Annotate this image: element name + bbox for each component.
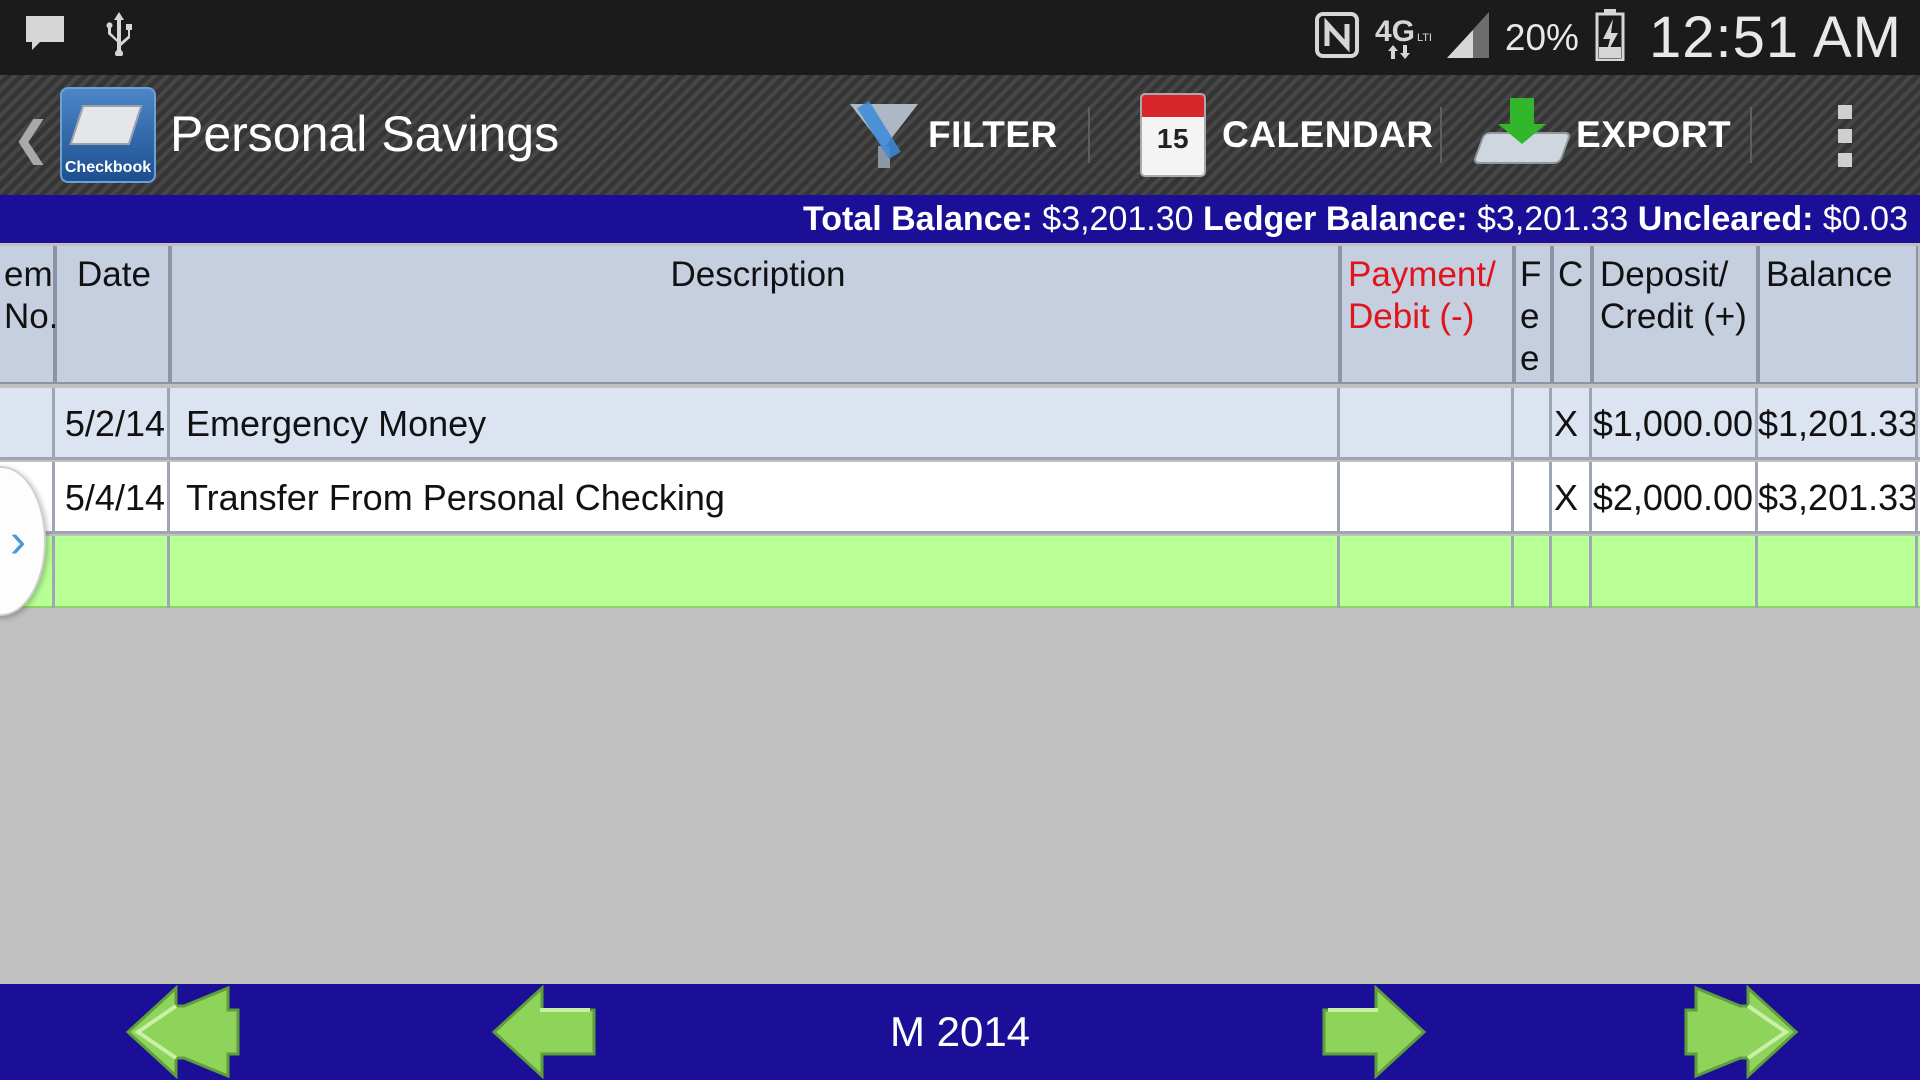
header-item-line1: em — [4, 255, 53, 294]
cell-payment[interactable] — [1340, 536, 1514, 608]
cell-item — [0, 388, 55, 460]
header-item-line2: No. — [4, 297, 59, 336]
cell-date: 5/2/14 — [55, 388, 170, 460]
cell-balance: $3,201.33 — [1758, 462, 1918, 534]
total-balance-value: $3,201.30 — [1042, 199, 1194, 238]
filter-button[interactable]: FILTER — [846, 75, 1058, 195]
export-drive-icon — [1472, 98, 1572, 172]
header-description-label: Description — [670, 255, 846, 294]
app-icon-label: Checkbook — [64, 159, 152, 176]
header-deposit-line2: Credit (+) — [1600, 297, 1747, 336]
nfc-icon — [1314, 12, 1359, 63]
export-button[interactable]: EXPORT — [1472, 75, 1732, 195]
cell-fee — [1514, 462, 1552, 534]
header-payment-line2: Debit (-) — [1348, 297, 1475, 336]
balance-summary: Total Balance: $3,201.30 Ledger Balance:… — [0, 195, 1920, 243]
uncleared-value: $0.03 — [1822, 199, 1908, 238]
overflow-menu-icon[interactable] — [1838, 105, 1852, 167]
calendar-label: CALENDAR — [1222, 114, 1434, 155]
cell-fee — [1514, 388, 1552, 460]
double-arrow-right-icon — [1684, 984, 1799, 1080]
header-payment[interactable]: Payment/ Debit (-) — [1340, 246, 1514, 384]
cell-description[interactable] — [170, 536, 1340, 608]
calendar-day: 15 — [1156, 123, 1190, 154]
cell-date: 5/4/14 — [55, 462, 170, 534]
action-divider — [1088, 107, 1090, 163]
cell-deposit: $2,000.00 — [1592, 462, 1758, 534]
table-row[interactable]: 5/2/14 Emergency Money X $1,000.00 $1,20… — [0, 388, 1920, 460]
table-row[interactable]: 5/4/14 Transfer From Personal Checking X… — [0, 462, 1920, 534]
period-label[interactable]: M 2014 — [0, 984, 1920, 1080]
chevron-right-icon: › — [10, 515, 26, 568]
cell-deposit[interactable] — [1592, 536, 1758, 608]
header-fee-line3: e — [1520, 339, 1540, 378]
header-fee[interactable]: F e e — [1514, 246, 1552, 384]
calendar-icon: 15 — [1140, 93, 1206, 177]
4g-lte-icon: 4GLTE — [1375, 11, 1436, 64]
header-fee-line1: F — [1520, 255, 1542, 294]
checkbook-icon — [69, 105, 143, 145]
total-balance-label: Total Balance: — [802, 199, 1033, 238]
battery-percent: 20% — [1504, 16, 1579, 58]
new-entry-row[interactable] — [0, 536, 1920, 608]
chat-icon — [26, 16, 64, 57]
header-description[interactable]: Description — [170, 246, 1340, 384]
funnel-icon — [846, 98, 920, 172]
action-divider — [1750, 107, 1752, 163]
battery-charging-icon — [1595, 9, 1625, 66]
cell-date[interactable] — [55, 536, 170, 608]
status-bar: 4GLTE 20% 12:51 AM — [0, 0, 1920, 75]
cell-deposit: $1,000.00 — [1592, 388, 1758, 460]
next-period-button[interactable] — [1318, 984, 1428, 1080]
cell-cleared[interactable]: X — [1552, 462, 1592, 534]
uncleared-label: Uncleared: — [1637, 199, 1814, 238]
usb-icon — [104, 12, 134, 61]
header-balance-label: Balance — [1766, 255, 1893, 294]
header-deposit-line1: Deposit/ — [1600, 255, 1729, 294]
filter-label: FILTER — [928, 114, 1058, 155]
export-label: EXPORT — [1576, 114, 1732, 155]
calendar-button[interactable]: 15 CALENDAR — [1140, 75, 1434, 195]
cell-cleared[interactable]: X — [1552, 388, 1592, 460]
svg-text:4G: 4G — [1375, 15, 1415, 48]
cell-description: Transfer From Personal Checking — [170, 462, 1340, 534]
header-item-no[interactable]: em No. — [0, 246, 59, 384]
cell-fee[interactable] — [1514, 536, 1552, 608]
page-title: Personal Savings — [170, 106, 560, 162]
cell-description: Emergency Money — [170, 388, 1340, 460]
cell-payment — [1340, 388, 1514, 460]
last-period-button[interactable] — [1680, 984, 1800, 1080]
header-cleared-label: C — [1558, 255, 1584, 294]
app-icon[interactable]: Checkbook — [60, 87, 156, 183]
clock: 12:51 AM — [1648, 5, 1902, 70]
ledger-balance-value: $3,201.33 — [1477, 199, 1629, 238]
signal-icon — [1446, 12, 1489, 63]
header-payment-line1: Payment/ — [1348, 255, 1496, 294]
header-balance[interactable]: Balance — [1758, 246, 1918, 384]
cell-balance[interactable] — [1758, 536, 1918, 608]
arrow-right-icon — [1322, 984, 1427, 1080]
svg-text:LTE: LTE — [1417, 32, 1431, 44]
cell-balance: $1,201.33 — [1758, 388, 1918, 460]
bottom-navigation: M 2014 — [0, 984, 1920, 1080]
action-bar: ❮ Checkbook Personal Savings FILTER 15 C… — [0, 75, 1920, 195]
cell-payment — [1340, 462, 1514, 534]
up-navigation-icon[interactable]: ❮ — [12, 111, 51, 165]
ledger-balance-label: Ledger Balance: — [1203, 199, 1468, 238]
cell-cleared[interactable] — [1552, 536, 1592, 608]
header-fee-line2: e — [1520, 297, 1540, 336]
header-date-label: Date — [77, 255, 151, 294]
header-cleared[interactable]: C — [1552, 246, 1592, 384]
action-divider — [1440, 107, 1442, 163]
header-deposit[interactable]: Deposit/ Credit (+) — [1592, 246, 1758, 384]
header-date[interactable]: Date — [55, 246, 170, 384]
